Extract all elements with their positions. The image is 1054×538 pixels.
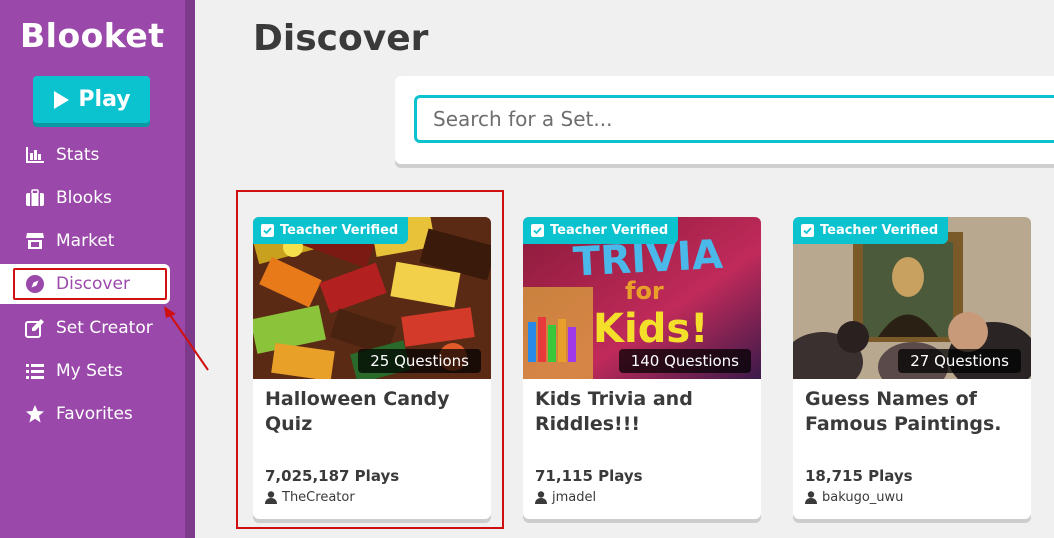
set-card-kids-trivia[interactable]: TRIVIA for Kids! Teacher Verified 140 Qu… xyxy=(523,217,761,519)
image-text-kids: Kids! xyxy=(593,306,708,352)
sidebar-item-favorites[interactable]: Favorites xyxy=(24,399,133,429)
set-title: Guess Names of Famous Paintings. xyxy=(805,388,1002,435)
user-icon xyxy=(805,491,817,504)
set-thumbnail: TRIVIA for Kids! Teacher Verified 140 Qu… xyxy=(523,217,761,379)
question-count: 140 Questions xyxy=(618,349,751,373)
page-title: Discover xyxy=(253,18,429,59)
annotation-arrow xyxy=(164,306,209,371)
question-count: 27 Questions xyxy=(898,349,1021,373)
check-icon xyxy=(801,224,814,237)
set-author[interactable]: bakugo_uwu xyxy=(805,490,903,505)
set-thumbnail: Teacher Verified 27 Questions xyxy=(793,217,1031,379)
image-text-for: for xyxy=(625,277,664,305)
search-container xyxy=(395,76,1054,164)
teacher-verified-badge: Teacher Verified xyxy=(793,217,949,244)
check-icon xyxy=(531,224,544,237)
sidebar-item-label: Favorites xyxy=(56,404,133,424)
badge-label: Teacher Verified xyxy=(820,223,939,238)
card-highlight-box xyxy=(236,190,504,529)
author-name: bakugo_uwu xyxy=(822,490,904,505)
star-icon xyxy=(24,403,46,425)
set-title: Kids Trivia and Riddles!!! xyxy=(535,388,693,435)
author-name: jmadel xyxy=(552,490,597,505)
set-author[interactable]: jmadel xyxy=(535,490,596,505)
teacher-verified-badge: Teacher Verified xyxy=(523,217,679,244)
set-plays: 71,115 Plays xyxy=(535,467,643,485)
badge-label: Teacher Verified xyxy=(550,223,669,238)
set-plays: 18,715 Plays xyxy=(805,467,913,485)
user-icon xyxy=(535,491,547,504)
set-card-famous-paintings[interactable]: Teacher Verified 27 Questions Guess Name… xyxy=(793,217,1031,519)
search-input[interactable] xyxy=(414,95,1054,143)
